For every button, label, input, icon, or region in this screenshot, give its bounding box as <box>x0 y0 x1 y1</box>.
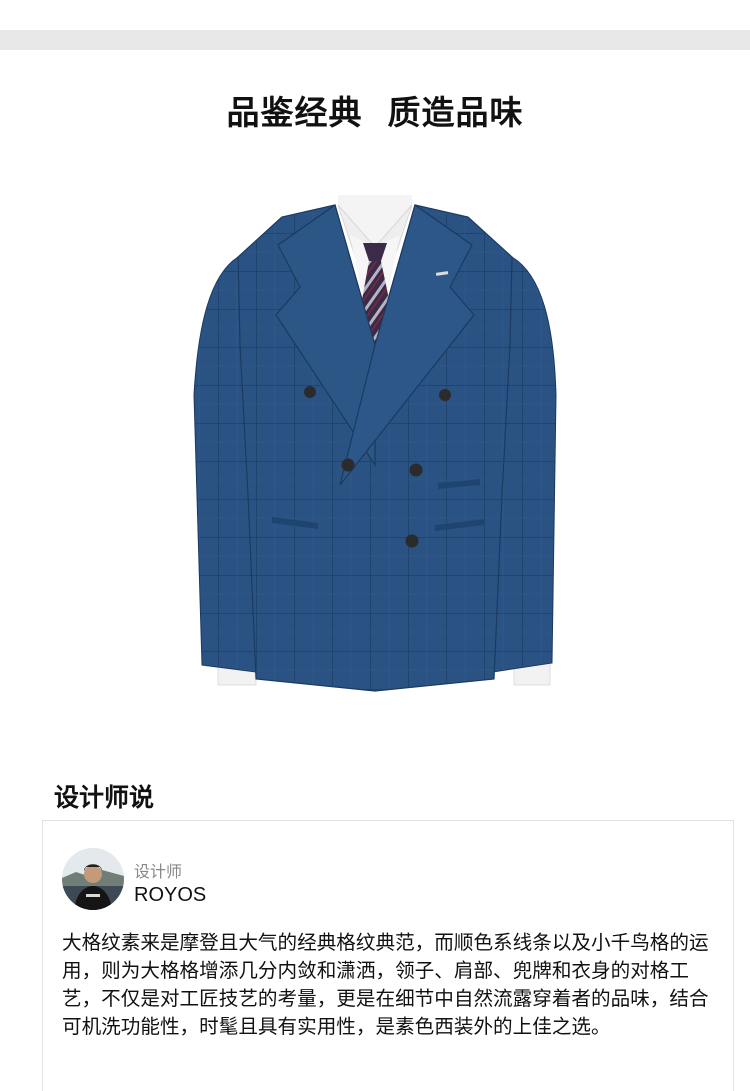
page-headline: 品鉴经典 质造品味 <box>226 93 524 132</box>
designer-card: 设计师 ROYOS 大格纹素来是摩登且大气的经典格纹典范，而顺色系线条以及小千鸟… <box>42 820 734 1091</box>
designer-avatar <box>62 848 124 910</box>
designer-quote-text: 大格纹素来是摩登且大气的经典格纹典范，而顺色系线条以及小千鸟格的运用，则为大格格… <box>62 931 709 1038</box>
designer-name: ROYOS <box>134 884 207 906</box>
designer-role-label: 设计师 <box>134 862 183 881</box>
top-divider-strip <box>0 30 750 50</box>
suit-jacket-image <box>180 195 570 705</box>
designer-section-title: 设计师说 <box>54 783 155 812</box>
